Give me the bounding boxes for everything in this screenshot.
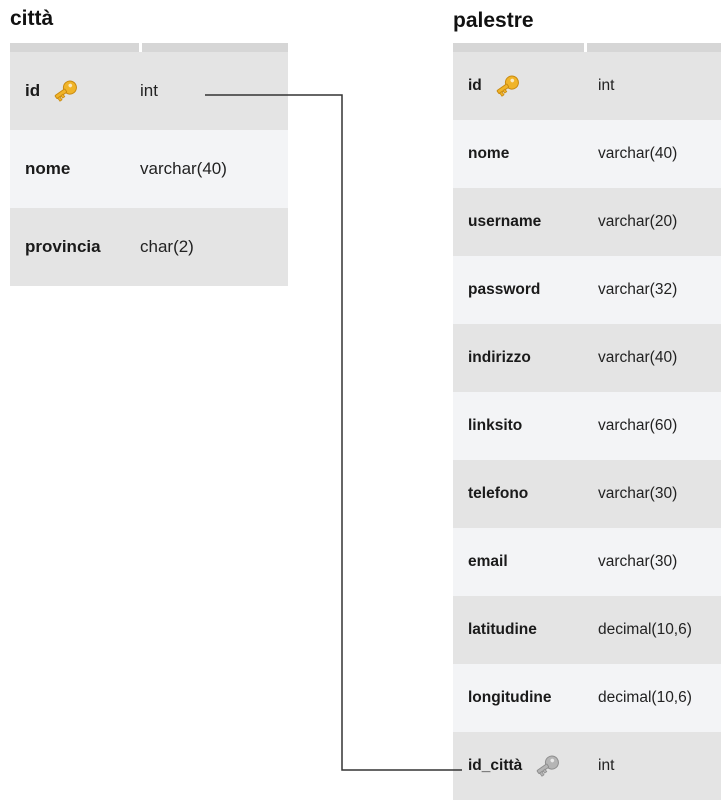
citta-table: id int nome varchar(40) provincia char(2) (10, 43, 288, 286)
column-name-cell: latitudine (453, 621, 598, 639)
column-name: nome (468, 145, 510, 162)
foreign-key-icon (532, 753, 562, 779)
header-segment (453, 43, 584, 52)
table-row: longitudine decimal(10,6) (453, 664, 721, 732)
column-name-cell: id (453, 73, 598, 99)
table-row: username varchar(20) (453, 188, 721, 256)
column-type: varchar(60) (598, 417, 678, 434)
column-name: password (468, 281, 541, 298)
column-name: indirizzo (468, 349, 531, 366)
column-rows: id int nome varchar(40) provincia char(2) (10, 52, 288, 286)
column-name-cell: provincia (10, 237, 140, 257)
table-row: id int (453, 52, 721, 120)
palestre-table: id int nome varchar(40) username varchar(20) p… (453, 43, 721, 800)
column-type: decimal(10,6) (598, 689, 692, 706)
primary-key-icon (50, 78, 80, 104)
column-name: provincia (25, 237, 101, 256)
table-row: indirizzo varchar(40) (453, 324, 721, 392)
table-row: latitudine decimal(10,6) (453, 596, 721, 664)
header-segment (10, 43, 139, 52)
column-name: nome (25, 159, 71, 178)
column-name-cell: email (453, 553, 598, 571)
table-row: id int (10, 52, 288, 130)
column-name-cell: nome (10, 159, 140, 179)
column-type: decimal(10,6) (598, 621, 692, 638)
column-type: int (598, 757, 615, 774)
column-name: longitudine (468, 689, 552, 706)
column-type: varchar(30) (598, 553, 678, 570)
column-name-cell: indirizzo (453, 349, 598, 367)
header-segment (142, 43, 288, 52)
column-name-cell: linksito (453, 417, 598, 435)
column-name: id (468, 77, 482, 94)
table-row: password varchar(32) (453, 256, 721, 324)
column-name-cell: id_città (453, 753, 598, 779)
table-row: nome varchar(40) (453, 120, 721, 188)
table-row: telefono varchar(30) (453, 460, 721, 528)
column-name: id_città (468, 757, 523, 774)
column-name-cell: password (453, 281, 598, 299)
table-row: email varchar(30) (453, 528, 721, 596)
table-row: provincia char(2) (10, 208, 288, 286)
column-name-cell: id (10, 78, 140, 104)
column-type: varchar(32) (598, 281, 678, 298)
column-name: id (25, 81, 41, 100)
column-type: char(2) (140, 237, 194, 256)
primary-key-icon (492, 73, 522, 99)
column-name-cell: longitudine (453, 689, 598, 707)
column-name: linksito (468, 417, 523, 434)
column-type: varchar(30) (598, 485, 678, 502)
palestre-table-title: palestre (453, 9, 534, 32)
header-segment (587, 43, 721, 52)
column-name: username (468, 213, 542, 230)
column-type: varchar(40) (598, 145, 678, 162)
table-row: nome varchar(40) (10, 130, 288, 208)
column-type: varchar(40) (598, 349, 678, 366)
column-rows: id int nome varchar(40) username varchar(20) p… (453, 52, 721, 800)
table-row: id_città int (453, 732, 721, 800)
column-type: int (598, 77, 615, 94)
column-name-cell: telefono (453, 485, 598, 503)
column-name: telefono (468, 485, 529, 502)
column-type: int (140, 81, 158, 100)
column-type: varchar(20) (598, 213, 678, 230)
column-name: email (468, 553, 508, 570)
column-name-cell: username (453, 213, 598, 231)
column-type: varchar(40) (140, 159, 227, 178)
table-header-bar (453, 43, 721, 52)
column-name: latitudine (468, 621, 537, 638)
table-row: linksito varchar(60) (453, 392, 721, 460)
column-name-cell: nome (453, 145, 598, 163)
citta-table-title: città (10, 7, 54, 30)
table-header-bar (10, 43, 288, 52)
